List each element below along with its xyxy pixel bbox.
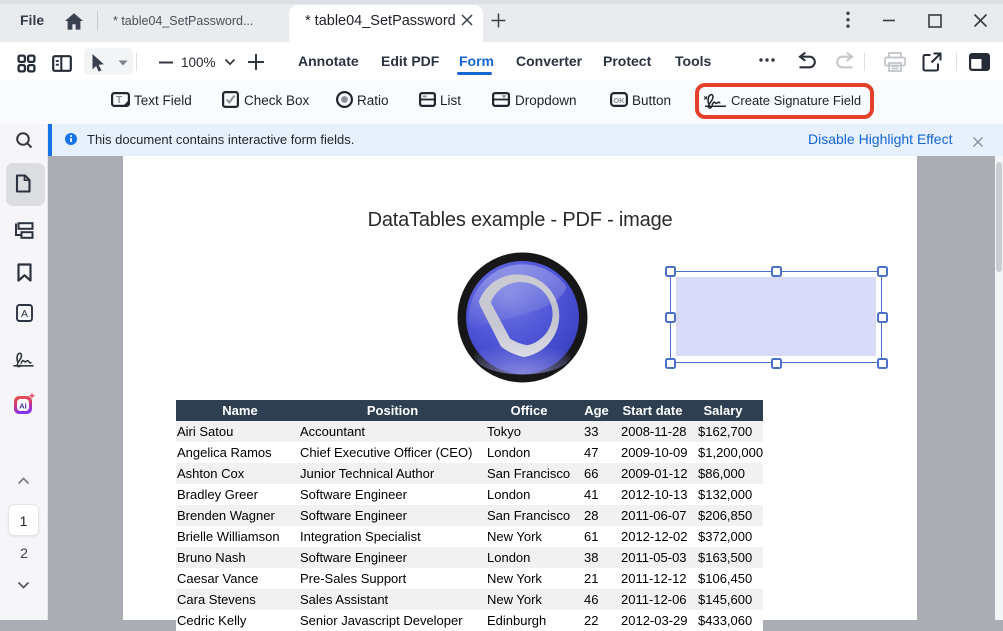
svg-text:T: T xyxy=(116,95,122,106)
svg-text:A: A xyxy=(21,308,28,320)
svg-text:AI: AI xyxy=(19,401,27,410)
svg-text:OK: OK xyxy=(613,96,625,105)
